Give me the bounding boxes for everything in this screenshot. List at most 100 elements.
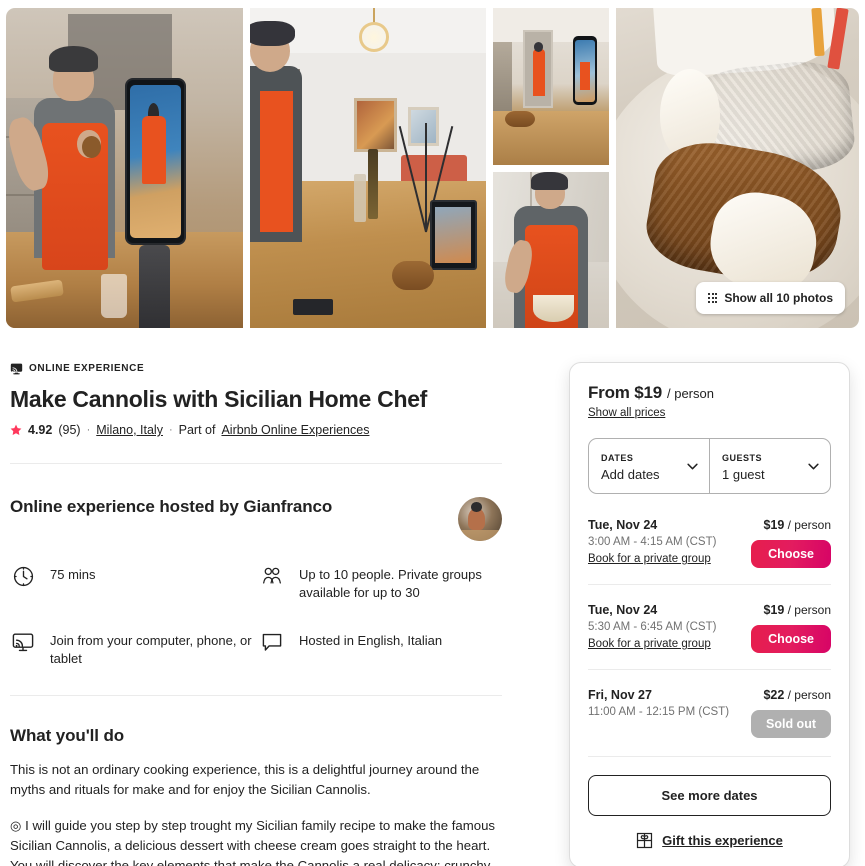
photo-dining-room[interactable] — [250, 8, 487, 328]
people-icon — [259, 563, 285, 589]
date-slot-time: 5:30 AM - 6:45 AM (CST) — [588, 621, 717, 633]
fact-device: Join from your computer, phone, or table… — [10, 629, 253, 669]
show-all-photos-label: Show all 10 photos — [724, 291, 833, 305]
choose-button[interactable]: Choose — [751, 625, 831, 653]
date-slot-price-amount: $19 — [763, 518, 785, 532]
price-header: From $19 / person — [588, 383, 831, 403]
available-dates-list: Tue, Nov 24 3:00 AM - 4:15 AM (CST) Book… — [588, 500, 831, 754]
review-count: (95) — [58, 423, 81, 437]
device-cast-icon — [10, 629, 36, 655]
fact-group-size: Up to 10 people. Private groups availabl… — [259, 563, 502, 603]
gallery-photo-3[interactable] — [493, 8, 609, 165]
airbnb-online-experiences-link[interactable]: Airbnb Online Experiences — [221, 423, 369, 437]
date-slot-info: Fri, Nov 27 11:00 AM - 12:15 PM (CST) — [588, 688, 729, 718]
section-divider — [10, 694, 502, 696]
date-slot-action: $19 / person Choose — [751, 603, 831, 653]
chevron-down-icon — [687, 463, 698, 469]
fact-group-size-text: Up to 10 people. Private groups availabl… — [299, 567, 482, 601]
photo-decor — [124, 78, 187, 245]
photo-decor — [531, 171, 569, 191]
choose-button[interactable]: Choose — [751, 540, 831, 568]
date-slot: Tue, Nov 24 3:00 AM - 4:15 AM (CST) Book… — [588, 500, 831, 584]
book-private-group-link[interactable]: Book for a private group — [588, 638, 711, 650]
gift-experience-link[interactable]: Gift this experience — [588, 832, 831, 849]
photo-cannoli-closeup[interactable] — [615, 8, 859, 328]
photo-gallery: Show all 10 photos — [6, 8, 859, 328]
date-slot-action: $19 / person Choose — [751, 518, 831, 568]
location-link[interactable]: Milano, Italy — [96, 423, 163, 437]
show-all-photos-button[interactable]: Show all 10 photos — [696, 282, 845, 314]
fact-duration-text: 75 mins — [50, 567, 96, 582]
dates-label: DATES — [601, 453, 634, 463]
page-title: Make Cannolis with Sicilian Home Chef — [10, 386, 428, 412]
price-from: From $19 — [588, 383, 662, 402]
date-slot-time: 11:00 AM - 12:15 PM (CST) — [588, 706, 730, 718]
photo-decor — [580, 62, 591, 90]
date-slot: Tue, Nov 24 5:30 AM - 6:45 AM (CST) Book… — [588, 584, 831, 669]
date-slot-price-amount: $19 — [763, 603, 785, 617]
date-slot-info: Tue, Nov 24 5:30 AM - 6:45 AM (CST) Book… — [588, 603, 716, 652]
meta-separator: · — [168, 424, 173, 436]
date-slot-price-unit: / person — [787, 518, 831, 532]
what-youll-do-paragraph-2: ◎ I will guide you step by step trought … — [10, 817, 496, 866]
guests-selector[interactable]: GUESTS 1 guest — [709, 439, 830, 493]
fact-languages: Hosted in English, Italian — [259, 629, 502, 669]
host-avatar[interactable] — [458, 497, 502, 541]
host-section: Online experience hosted by Gianfranco — [10, 497, 502, 541]
photo-decor — [259, 91, 293, 232]
see-more-dates-button[interactable]: See more dates — [588, 775, 831, 816]
date-slot-date: Tue, Nov 24 — [588, 603, 658, 617]
gallery-photo-4[interactable] — [493, 171, 609, 328]
photo-decor — [138, 244, 170, 328]
listing-details: ONLINE EXPERIENCE Make Cannolis with Sic… — [10, 362, 502, 866]
dates-value: Add dates — [601, 467, 660, 482]
date-slot: Fri, Nov 27 11:00 AM - 12:15 PM (CST) $2… — [588, 669, 831, 754]
what-youll-do-heading: What you'll do — [10, 725, 125, 745]
photo-chef-thumbs-up[interactable] — [6, 8, 244, 328]
photo-decor — [100, 273, 127, 319]
speech-bubble-icon — [259, 629, 285, 655]
booking-card: From $19 / person Show all prices DATES … — [569, 362, 850, 866]
clock-icon — [10, 563, 36, 589]
what-youll-do-paragraph-1: This is not an ordinary cooking experien… — [10, 761, 480, 797]
photo-decor — [81, 136, 101, 159]
guests-value: 1 guest — [722, 467, 765, 482]
date-slot-price-amount: $22 — [763, 688, 785, 702]
dates-selector[interactable]: DATES Add dates — [589, 439, 709, 493]
gallery-photo-1[interactable] — [6, 8, 244, 328]
photo-decor — [292, 299, 333, 316]
photo-decor — [573, 36, 598, 106]
photo-decor — [48, 46, 99, 72]
date-slot-date: Fri, Nov 27 — [588, 688, 652, 702]
sold-out-button: Sold out — [751, 710, 831, 738]
photo-decor — [532, 295, 575, 322]
photo-decor — [354, 174, 366, 223]
date-slot-price: $19 / person — [751, 603, 831, 617]
fact-languages-text: Hosted in English, Italian — [299, 632, 443, 648]
guests-label: GUESTS — [722, 453, 763, 463]
photo-decor — [141, 116, 166, 185]
show-all-prices-link[interactable]: Show all prices — [588, 407, 665, 419]
fact-duration: 75 mins — [10, 563, 253, 603]
date-slot-time: 3:00 AM - 4:15 AM (CST) — [588, 536, 717, 548]
photo-decor — [532, 48, 546, 96]
gift-icon — [637, 832, 653, 849]
gallery-photo-2[interactable] — [250, 8, 487, 328]
date-slot-price: $19 / person — [751, 518, 831, 532]
part-of-label: Part of — [178, 423, 216, 437]
book-private-group-link[interactable]: Book for a private group — [588, 553, 711, 565]
gallery-photo-5[interactable]: Show all 10 photos — [615, 8, 859, 328]
section-divider — [10, 463, 502, 464]
photo-decor — [391, 260, 435, 290]
grid-dots-icon — [708, 293, 718, 303]
photo-decor — [493, 42, 512, 118]
online-experience-badge: ONLINE EXPERIENCE — [10, 362, 502, 375]
date-slot-info: Tue, Nov 24 3:00 AM - 4:15 AM (CST) Book… — [588, 518, 716, 567]
photo-decor — [504, 111, 535, 127]
photo-decor — [533, 42, 543, 52]
photo-decor — [354, 8, 394, 59]
photo-decor — [354, 97, 397, 152]
photo-decor — [429, 200, 477, 271]
star-icon — [10, 424, 22, 436]
host-heading: Online experience hosted by Gianfranco — [10, 497, 333, 516]
